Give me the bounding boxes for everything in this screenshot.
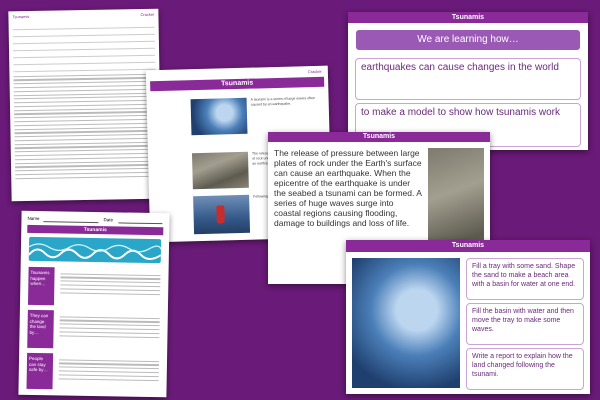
answer-lines-2[interactable] bbox=[59, 313, 160, 340]
publisher-logo: Cracker bbox=[307, 68, 322, 75]
activity-1: Fill a tray with some sand. Shape the sa… bbox=[466, 258, 584, 300]
prompt-text-2: They can change the land by… bbox=[29, 312, 49, 335]
objective-1: earthquakes can cause changes in the wor… bbox=[355, 58, 581, 100]
wave-crest-svg bbox=[28, 243, 162, 260]
prompt-box-3: People can stay safe by… bbox=[26, 352, 54, 390]
objectives-slide-title: Tsunamis bbox=[348, 12, 588, 23]
answer-lines-3[interactable] bbox=[58, 356, 160, 383]
lesson-plan-body bbox=[13, 71, 158, 182]
info-paragraph-1: A tsunami is a series of large waves oft… bbox=[250, 95, 316, 107]
lesson-plan-table bbox=[12, 20, 156, 73]
name-line bbox=[43, 221, 99, 223]
info-sheet-title: Tsunamis bbox=[150, 76, 325, 92]
reading-slide-title: Tsunamis bbox=[268, 132, 490, 142]
learning-header: We are learning how… bbox=[356, 30, 580, 50]
publisher-logo: Cracker bbox=[140, 11, 155, 18]
date-label: Date bbox=[103, 217, 114, 223]
prompt-box-2: They can change the land by… bbox=[27, 309, 54, 349]
date-line bbox=[118, 222, 163, 224]
buoy-photo bbox=[193, 194, 251, 235]
wave-photo bbox=[190, 97, 248, 136]
activity-slide-title: Tsunamis bbox=[346, 240, 590, 252]
name-label: Name bbox=[27, 215, 40, 222]
activity-3: Write a report to explain how the land c… bbox=[466, 348, 584, 390]
worksheet-title: Tsunamis bbox=[27, 224, 164, 236]
objectives-slide: Tsunamis We are learning how… earthquake… bbox=[348, 12, 588, 150]
prompt-text-1: Tsunamis happen when… bbox=[30, 269, 50, 287]
answer-lines-1[interactable] bbox=[60, 270, 161, 297]
prompt-text-3: People can stay safe by… bbox=[28, 355, 48, 373]
activity-slide: Tsunamis Fill a tray with some sand. Sha… bbox=[346, 240, 590, 394]
flood-photo bbox=[191, 151, 249, 190]
wave-illustration bbox=[28, 236, 162, 264]
buoy-shape bbox=[216, 205, 225, 224]
wave-photo-large bbox=[352, 258, 460, 388]
activity-2: Fill the basin with water and then move … bbox=[466, 303, 584, 345]
lesson-plan-title: Tsunamis bbox=[12, 13, 30, 20]
prompt-box-1: Tsunamis happen when… bbox=[27, 266, 55, 306]
worksheet: Name Date Tsunamis Tsunamis happen when…… bbox=[18, 210, 170, 398]
lesson-plan-sheet: Tsunamis Cracker bbox=[8, 8, 162, 202]
